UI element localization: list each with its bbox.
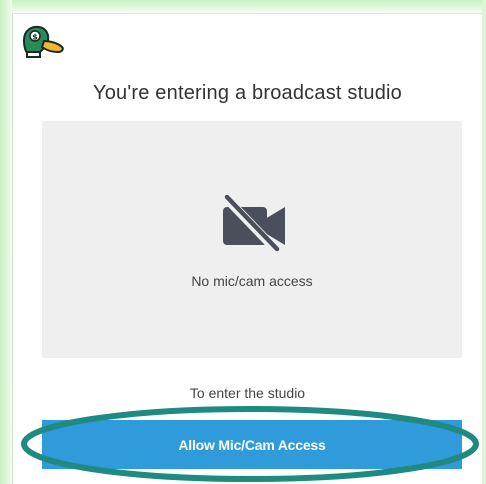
camera-off-icon bbox=[219, 192, 289, 256]
screenshot-frame-top bbox=[0, 0, 486, 13]
screenshot-frame-left bbox=[0, 0, 12, 484]
no-access-status: No mic/cam access bbox=[191, 273, 313, 289]
allow-mic-cam-button[interactable]: Allow Mic/Cam Access bbox=[42, 420, 462, 469]
svg-text:$: $ bbox=[32, 33, 38, 42]
panel-border-top bbox=[12, 13, 482, 14]
camera-preview: No mic/cam access bbox=[42, 121, 462, 358]
screenshot-frame-right bbox=[482, 0, 486, 484]
enter-prompt: To enter the studio bbox=[189, 385, 306, 401]
page-title: You're entering a broadcast studio bbox=[93, 82, 402, 104]
duck-logo-icon: $ bbox=[20, 24, 66, 60]
